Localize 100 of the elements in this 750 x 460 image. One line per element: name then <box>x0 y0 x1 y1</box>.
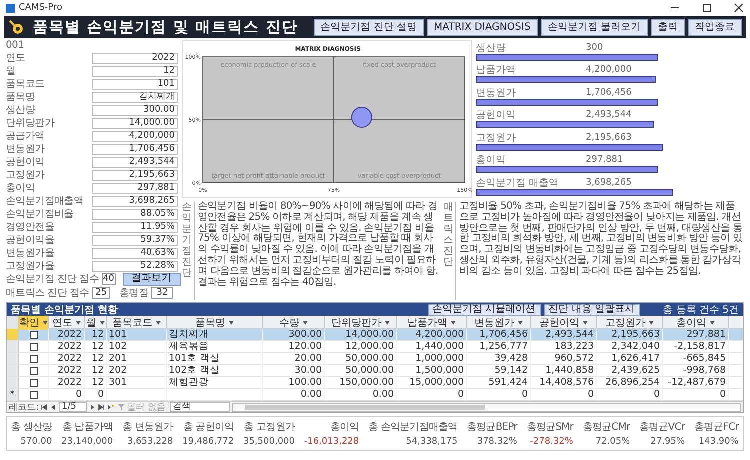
table-row[interactable]: 2022 12 202 102호 객실 30.00 50,000.00 1,500,000 59,142 1,440,858 2,439,625 -998,768 <box>7 365 743 377</box>
table-cell: 2,342,040 <box>597 341 663 352</box>
header-button[interactable]: 손익분기점 진단 설명 <box>314 18 424 36</box>
navigator-label: 레코드: <box>9 402 40 414</box>
table-cell: 120.00 <box>263 341 325 352</box>
input-field[interactable]: 12 <box>92 66 178 76</box>
table-cell: 14,408,576 <box>531 377 597 388</box>
table-cell: 960,572 <box>531 353 597 364</box>
table-cell: 202 <box>107 365 167 376</box>
table-cell: 1,440,858 <box>531 365 597 376</box>
table-cell: 183,223 <box>531 341 597 352</box>
table-row[interactable]: * 0 0 0.00 0.00 0 0 0 0 0 <box>7 389 743 401</box>
checkbox[interactable] <box>30 342 38 350</box>
checkbox[interactable] <box>30 366 38 374</box>
total-value: -16,013,228 <box>304 437 360 447</box>
result-button[interactable]: 결과보기 <box>122 272 181 286</box>
bar-value: 2,195,663 <box>586 132 632 142</box>
field-label: 생산량 <box>6 104 36 117</box>
column-header[interactable]: 확인 <box>19 316 49 330</box>
table-cell: 2,195,663 <box>597 329 663 340</box>
checkbox[interactable] <box>30 391 38 399</box>
input-field[interactable]: 14,000.00 <box>92 118 178 128</box>
header-button[interactable]: 작업종료 <box>688 18 742 36</box>
table-row[interactable]: 2022 12 301 체험관광 100.00 150,000.00 15,000,000 591,424 14,408,576 26,896,254 -12,487,679 <box>7 377 743 389</box>
total-value: -278.32% <box>530 437 574 447</box>
last-record-icon[interactable] <box>98 404 106 410</box>
first-record-icon[interactable] <box>41 404 48 410</box>
search-field[interactable]: 검색 <box>170 402 230 412</box>
table-button[interactable]: 진단 내용 일괄표시 <box>544 304 640 316</box>
input-field[interactable]: 3,698,265 <box>92 196 178 206</box>
score-field[interactable]: 40 <box>102 273 116 285</box>
table-cell: 301 <box>107 377 167 388</box>
close-icon[interactable] <box>734 3 744 13</box>
header-button[interactable]: MATRIX DIAGNOSIS <box>427 18 538 36</box>
input-field[interactable]: 300.00 <box>92 104 178 116</box>
field-label: 공헌이익율 <box>6 234 56 247</box>
table-cell: -2,158,817 <box>663 341 729 352</box>
page-title: 품목별 손익분기점 및 매트릭스 진단 <box>33 18 299 36</box>
bar-value: 300 <box>586 42 604 52</box>
total-value: 23,140,000 <box>62 437 114 447</box>
table-cell: 39,428 <box>467 353 531 364</box>
checkbox[interactable] <box>30 354 38 362</box>
input-field[interactable]: 297,881 <box>92 182 178 194</box>
header-button[interactable]: 출력 <box>651 18 685 36</box>
field-label: 고정원가 <box>6 169 46 182</box>
input-field[interactable]: 59.37% <box>92 234 178 246</box>
input-field[interactable]: 11.95% <box>92 222 178 232</box>
row-selector[interactable]: * <box>7 389 19 401</box>
input-field[interactable]: 88.05% <box>92 208 178 220</box>
table-cell: 김치찌개 <box>167 329 263 340</box>
input-field[interactable]: 101 <box>92 78 178 90</box>
field-label: 월 <box>6 65 17 78</box>
checkbox[interactable] <box>30 330 38 338</box>
field-label: 고정원가율 <box>6 260 56 273</box>
input-field[interactable]: 2,195,663 <box>92 170 178 180</box>
section-heading: 손익분기점진단 <box>182 202 195 300</box>
score-field[interactable]: 32 <box>151 287 174 299</box>
corner-cell <box>7 316 19 330</box>
scrollbar-thumb[interactable] <box>244 404 485 410</box>
table-row[interactable]: 2022 12 201 101호 객실 20.00 50,000.00 1,000,000 39,428 960,572 1,626,417 -665,845 <box>7 353 743 365</box>
total-value: 19,486,772 <box>182 437 234 447</box>
total-value: 143.90% <box>698 437 739 447</box>
table-cell: 102 <box>107 341 167 352</box>
input-field[interactable]: 2022 <box>92 52 178 64</box>
next-record-icon[interactable] <box>89 404 96 410</box>
previous-record-icon[interactable] <box>50 404 58 410</box>
table-button[interactable]: 손익분기점 시뮬레이션 <box>428 304 541 316</box>
total-value: 27.95% <box>650 437 686 447</box>
table-row[interactable]: 2022 12 102 제육볶음 120.00 12,000.00 1,440,000 1,256,777 183,223 2,342,040 -2,158,817 <box>7 341 743 353</box>
logo-icon <box>8 19 24 35</box>
input-field[interactable]: 김치찌개 <box>92 92 178 102</box>
total-label: 총평균SMr <box>526 421 574 434</box>
new-record-icon[interactable] <box>107 404 114 410</box>
total-value: 72.05% <box>596 437 630 447</box>
table-cell: 12 <box>85 377 107 388</box>
field-label: 경영안전율 <box>6 221 56 234</box>
table-cell: 2,493,544 <box>531 329 597 340</box>
input-field[interactable]: 52.28% <box>92 260 178 272</box>
field-label: 공헌이익 <box>6 156 46 169</box>
table-cell: 2022 <box>49 341 85 352</box>
maximize-icon[interactable] <box>702 3 712 13</box>
input-field[interactable]: 4,200,000 <box>92 130 178 142</box>
table-row[interactable]: 2022 12 101 김치찌개 300.00 14,000.00 4,200,000 1,706,456 2,493,544 2,195,663 297,881 <box>7 329 743 341</box>
record-position-field[interactable]: 1/5 <box>59 402 88 412</box>
input-field[interactable]: 40.63% <box>92 248 178 258</box>
caret-icon <box>100 321 104 325</box>
field-label: 매트릭스 진단 점수 <box>6 287 90 300</box>
table-cell: 300.00 <box>263 329 325 340</box>
header-button[interactable]: 손익분기점 불러오기 <box>540 18 648 36</box>
horizontal-scrollbar[interactable] <box>232 402 741 412</box>
checkbox[interactable] <box>30 378 38 386</box>
input-field[interactable]: 2,493,544 <box>92 156 178 168</box>
caret-icon <box>302 321 308 325</box>
total-value: 35,500,000 <box>243 437 295 447</box>
field-label: 손익분기점매출액 <box>6 195 85 208</box>
input-field[interactable]: 1,706,456 <box>92 144 178 154</box>
score-field[interactable]: 25 <box>92 287 110 299</box>
field-label: 단위당판가 <box>6 117 56 130</box>
table-cell: 591,424 <box>467 377 531 388</box>
table-cell: 50,000.00 <box>325 353 397 364</box>
